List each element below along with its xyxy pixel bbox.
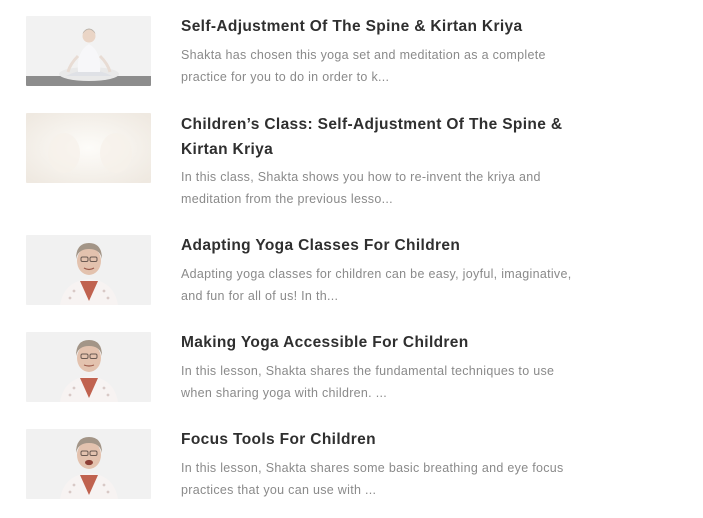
lesson-title[interactable]: Making Yoga Accessible For Children	[181, 330, 601, 355]
lesson-title[interactable]: Self-Adjustment Of The Spine & Kirtan Kr…	[181, 14, 601, 39]
instructor-portrait-thumbnail[interactable]	[26, 235, 151, 305]
lesson-excerpt: Adapting yoga classes for children can b…	[181, 267, 572, 303]
instructor-portrait-thumbnail[interactable]	[26, 429, 151, 499]
lesson-excerpt: In this lesson, Shakta shares some basic…	[181, 461, 564, 497]
lesson-excerpt: Shakta has chosen this yoga set and medi…	[181, 48, 546, 84]
lesson-excerpt: In this class, Shakta shows you how to r…	[181, 170, 541, 206]
lesson-title[interactable]: Children’s Class: Self-Adjustment Of The…	[181, 112, 601, 162]
lesson-excerpt: In this lesson, Shakta shares the fundam…	[181, 364, 555, 400]
meditation-pose-thumbnail[interactable]	[26, 16, 151, 86]
instructor-portrait-thumbnail[interactable]	[26, 332, 151, 402]
faded-light-thumbnail[interactable]	[26, 113, 151, 183]
lesson-title[interactable]: Focus Tools For Children	[181, 427, 601, 452]
lesson-title[interactable]: Adapting Yoga Classes For Children	[181, 233, 601, 258]
